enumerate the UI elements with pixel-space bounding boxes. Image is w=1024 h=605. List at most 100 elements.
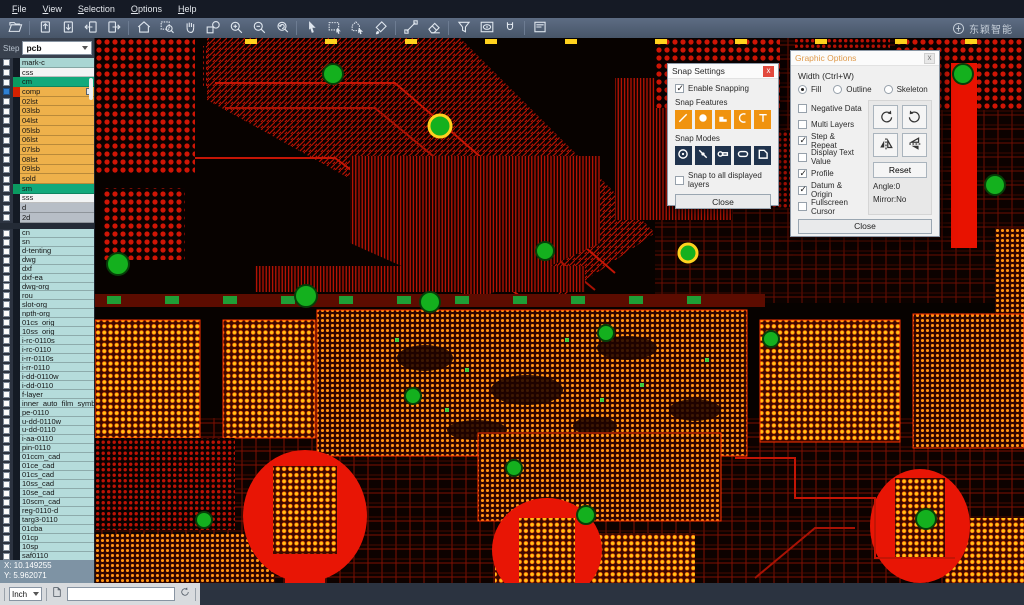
layer-row-d[interactable]: d (0, 203, 94, 213)
layer-visibility-checkbox[interactable] (3, 337, 10, 344)
layer-row-mark-c[interactable]: mark-c (0, 58, 94, 68)
option-display-text-value[interactable]: Display Text Value (798, 149, 863, 165)
layer-row-10ss_cad[interactable]: 10ss_cad (0, 480, 94, 489)
checkbox-icon[interactable] (798, 202, 807, 211)
layer-row-i-dd-0110[interactable]: i-dd-0110 (0, 381, 94, 390)
layer-visibility-checkbox[interactable] (3, 481, 10, 488)
layer-row-inner_auto_film_symb[interactable]: inner_auto_film_symb (0, 399, 94, 408)
layer-row-10se_cad[interactable]: 10se_cad (0, 489, 94, 498)
layer-row-01ce_cad[interactable]: 01ce_cad (0, 462, 94, 471)
layer-visibility-checkbox[interactable] (3, 147, 10, 154)
rotate-cw-button[interactable] (873, 105, 898, 129)
layer-visibility-checkbox[interactable] (3, 176, 10, 183)
layer-visibility-checkbox[interactable] (3, 535, 10, 542)
layer-visibility-checkbox[interactable] (3, 79, 10, 86)
snap-mode-center-button[interactable] (675, 146, 692, 165)
reset-button[interactable]: Reset (873, 162, 927, 178)
layer-row-07lsb[interactable]: 07lsb (0, 145, 94, 155)
layer-row-i-rr-0110s[interactable]: i-rr-0110s (0, 354, 94, 363)
zoom-fit-home-button[interactable] (132, 19, 155, 37)
layer-visibility-checkbox[interactable] (3, 283, 10, 290)
layer-visibility-checkbox[interactable] (3, 454, 10, 461)
layer-row-d-tenting[interactable]: d-tenting (0, 247, 94, 256)
snap-feature-line-button[interactable] (675, 110, 692, 129)
snap-close-button[interactable]: Close (675, 194, 771, 209)
graphic-options-titlebar[interactable]: Graphic Options x (791, 51, 939, 66)
measure-button[interactable] (399, 19, 422, 37)
menu-item-options[interactable]: Options (123, 2, 170, 16)
command-input[interactable] (67, 587, 175, 601)
select-rectangle-button[interactable] (323, 19, 346, 37)
snap-feature-text-button[interactable] (754, 110, 771, 129)
layer-row-css[interactable]: css (0, 68, 94, 78)
layer-visibility-checkbox[interactable] (3, 508, 10, 515)
mirror-horizontal-button[interactable] (873, 133, 898, 157)
snap-feature-arc-button[interactable] (734, 110, 751, 129)
layer-row-slot-org[interactable]: slot-org (0, 300, 94, 309)
layer-row-dwg-org[interactable]: dwg-org (0, 283, 94, 292)
layer-visibility-checkbox[interactable] (3, 275, 10, 282)
snap-mode-slot-button[interactable] (734, 146, 751, 165)
layer-list-scrollbar[interactable] (89, 78, 93, 100)
open-folder-button[interactable] (3, 19, 26, 37)
filter-funnel-button[interactable] (452, 19, 475, 37)
layer-row-01ccm_cad[interactable]: 01ccm_cad (0, 453, 94, 462)
layer-visibility-checkbox[interactable] (3, 166, 10, 173)
layer-row-npth-org[interactable]: npth-org (0, 309, 94, 318)
layer-row-i-dd-0110w[interactable]: i-dd-0110w (0, 372, 94, 381)
layer-visibility-checkbox[interactable] (3, 517, 10, 524)
layer-visibility-checkbox[interactable] (3, 499, 10, 506)
pcb-canvas[interactable]: Snap Settings x Enable Snapping Snap Fea… (95, 38, 1024, 583)
snap-mode-contour-button[interactable] (754, 146, 771, 165)
layer-visibility-checkbox[interactable] (3, 156, 10, 163)
checkbox-icon[interactable] (798, 136, 807, 145)
layer-visibility-checkbox[interactable] (3, 98, 10, 105)
rotate-ccw-button[interactable] (902, 105, 927, 129)
radio-icon[interactable] (884, 85, 893, 94)
snap-settings-titlebar[interactable]: Snap Settings x (668, 64, 778, 79)
option-profile[interactable]: Profile (798, 166, 863, 182)
menu-item-file[interactable]: File (4, 2, 35, 16)
zoom-selection-button[interactable] (201, 19, 224, 37)
snap-all-layers-row[interactable]: Snap to all displayed layers (675, 171, 771, 189)
layer-visibility-checkbox[interactable] (3, 463, 10, 470)
layer-visibility-checkbox[interactable] (3, 436, 10, 443)
layer-row-i-rc-0110s[interactable]: i-rc-0110s (0, 336, 94, 345)
layer-row-04lst[interactable]: 04lst (0, 116, 94, 126)
layer-row-sss[interactable]: sss (0, 194, 94, 204)
layer-row-dxf-ea[interactable]: dxf-ea (0, 274, 94, 283)
layer-row-dwg[interactable]: dwg (0, 256, 94, 265)
option-datum-origin[interactable]: Datum & Origin (798, 182, 863, 198)
option-negative-data[interactable]: Negative Data (798, 100, 863, 116)
layer-visibility-checkbox[interactable] (3, 214, 10, 221)
zoom-in-button[interactable] (224, 19, 247, 37)
layer-row-saf0110[interactable]: saf0110 (0, 552, 94, 560)
layer-row-pin-0110[interactable]: pin-0110 (0, 444, 94, 453)
menu-item-selection[interactable]: Selection (70, 2, 123, 16)
snap-mode-nearest-button[interactable] (695, 146, 712, 165)
layer-visibility-checkbox[interactable] (3, 195, 10, 202)
layer-visibility-checkbox[interactable] (3, 137, 10, 144)
layer-visibility-checkbox[interactable] (3, 205, 10, 212)
view-options-eye-button[interactable] (475, 19, 498, 37)
layer-row-01cba[interactable]: 01cba (0, 525, 94, 534)
layer-row-reg-0110-d[interactable]: reg-0110-d (0, 507, 94, 516)
layer-row-08lst[interactable]: 08lst (0, 155, 94, 165)
layer-row-10sp[interactable]: 10sp (0, 543, 94, 552)
snap-magnet-button[interactable] (498, 19, 521, 37)
eraser-button[interactable] (422, 19, 445, 37)
page-out-button[interactable] (102, 19, 125, 37)
layer-row-01cs_cad[interactable]: 01cs_cad (0, 471, 94, 480)
layer-visibility-checkbox[interactable] (3, 185, 10, 192)
layer-visibility-checkbox[interactable] (3, 108, 10, 115)
mirror-vertical-button[interactable] (902, 133, 927, 157)
select-region-button[interactable] (346, 19, 369, 37)
enable-snapping-checkbox[interactable] (675, 84, 684, 93)
new-page-icon[interactable] (51, 585, 63, 603)
layer-row-01cs_orig[interactable]: 01cs_orig (0, 318, 94, 327)
checkbox-icon[interactable] (798, 104, 807, 113)
layer-row-pe-0110[interactable]: pe-0110 (0, 408, 94, 417)
layer-row-sold[interactable]: sold (0, 174, 94, 184)
layer-visibility-checkbox[interactable] (3, 346, 10, 353)
menu-item-help[interactable]: Help (170, 2, 205, 16)
